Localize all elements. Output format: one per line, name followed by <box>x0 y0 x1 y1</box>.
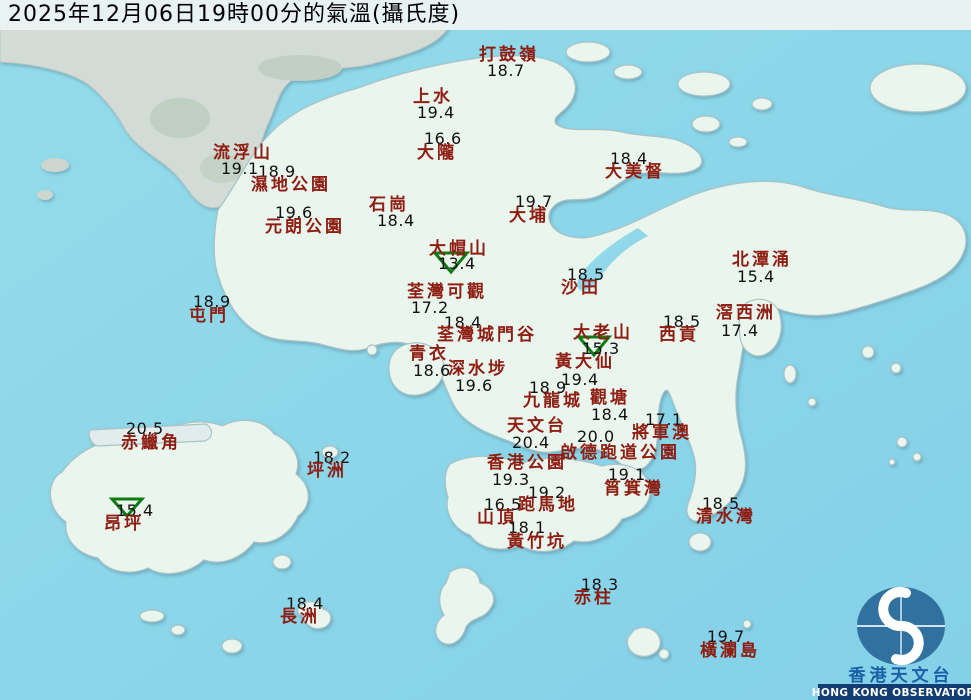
station-name: 打鼓嶺 <box>479 45 539 65</box>
station-name: 赤柱 <box>574 588 614 608</box>
station-value: 15.4 <box>737 267 775 286</box>
station-name: 長洲 <box>280 607 320 627</box>
station-name: 荃灣可觀 <box>407 282 487 302</box>
temperature-map-screen: 香港天文台 HONG KONG OBSERVATORY 2025年12月06日1… <box>0 0 971 700</box>
station-name: 上水 <box>413 87 453 107</box>
station-value: 19.3 <box>492 470 530 489</box>
station-name: 橫瀾島 <box>700 641 760 661</box>
station-value: 18.4 <box>591 405 629 424</box>
station-name: 大美督 <box>605 162 665 182</box>
station-name: 黃竹坑 <box>507 532 567 552</box>
station-name: 青衣 <box>409 344 449 364</box>
station-value: 18.4 <box>377 211 415 230</box>
station-value: 17.4 <box>721 321 759 340</box>
station-value: 15.3 <box>582 339 620 358</box>
station-name: 赤鱲角 <box>121 433 181 453</box>
station-name: 清水灣 <box>696 507 756 527</box>
station-name: 北潭涌 <box>732 250 792 270</box>
station-name: 將軍澳 <box>632 423 692 443</box>
station-name: 流浮山 <box>213 143 273 163</box>
station-name: 大埔 <box>509 206 549 226</box>
station-name: 筲箕灣 <box>604 479 664 499</box>
station-name: 濕地公園 <box>251 175 331 195</box>
station-name: 跑馬地 <box>518 495 578 515</box>
station-name: 大老山 <box>573 323 633 343</box>
station-value: 18.6 <box>413 361 451 380</box>
stations-layer: 18.7 打鼓嶺 19.4 上水 16.6 大隴 19.1 流浮山 18.9 濕地公園 19.6 元朗… <box>0 0 971 700</box>
station-name: 荃灣城門谷 <box>437 325 537 345</box>
station-value: 19.6 <box>455 376 493 395</box>
station-name: 啟德跑道公園 <box>560 443 680 463</box>
station-name: 天文台 <box>507 416 567 436</box>
station-value: 17.2 <box>411 298 449 317</box>
station-name: 昂坪 <box>104 514 144 534</box>
station-name: 坪洲 <box>307 461 347 481</box>
station-name: 大隴 <box>417 143 457 163</box>
station-value: 19.4 <box>417 103 455 122</box>
station-name: 大帽山 <box>429 239 489 259</box>
station-value: 18.7 <box>487 61 525 80</box>
station-value: 20.4 <box>512 433 550 452</box>
station-name: 滘西洲 <box>716 303 776 323</box>
station-name: 西貢 <box>659 325 699 345</box>
station-name: 元朗公園 <box>265 217 345 237</box>
station-name: 觀塘 <box>590 388 630 408</box>
station-name: 香港公園 <box>487 453 567 473</box>
station-name: 深水埗 <box>448 359 508 379</box>
station-value: 19.4 <box>561 370 599 389</box>
station-name: 沙田 <box>561 278 601 298</box>
station-name: 九龍城 <box>523 391 583 411</box>
station-name: 石崗 <box>369 195 409 215</box>
station-name: 屯門 <box>189 306 229 326</box>
